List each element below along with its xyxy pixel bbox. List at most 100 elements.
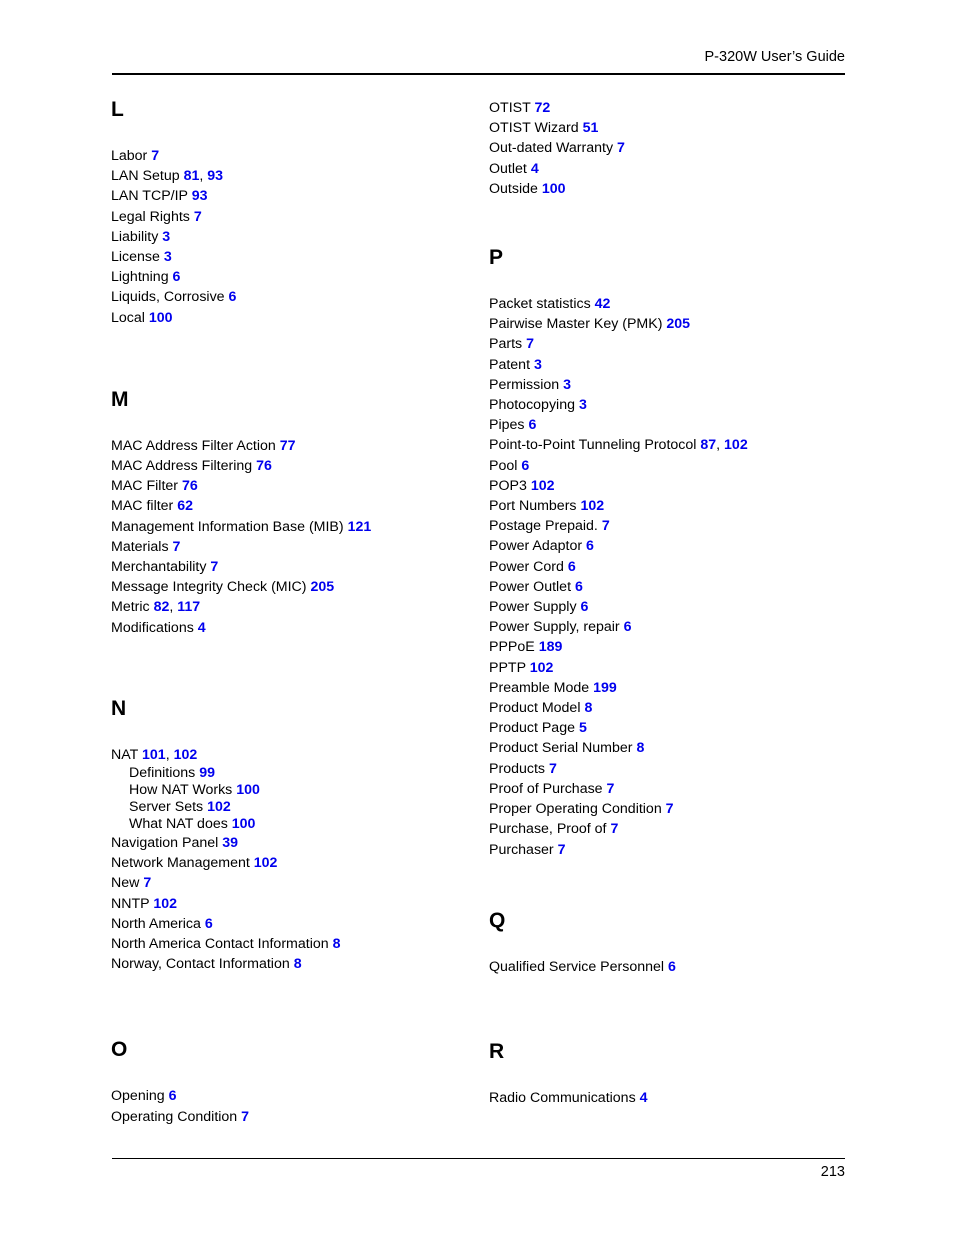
index-entry[interactable]: Modifications 4 [111,618,483,638]
page-reference-link[interactable]: 8 [636,740,644,756]
page-reference-link[interactable]: 7 [617,140,625,156]
page-reference-link[interactable]: 7 [143,875,151,891]
index-entry[interactable]: Product Model 8 [489,698,861,718]
page-reference-link[interactable]: 102 [580,498,604,514]
index-entry[interactable]: MAC filter 62 [111,496,483,516]
index-entry[interactable]: Power Cord 6 [489,557,861,577]
page-reference-link[interactable]: 3 [579,397,587,413]
page-reference-link[interactable]: 102 [207,799,231,815]
index-entry[interactable]: Products 7 [489,759,861,779]
index-entry[interactable]: Point-to-Point Tunneling Protocol 87, 10… [489,435,861,455]
page-reference-link[interactable]: 7 [602,518,610,534]
index-entry[interactable]: Network Management 102 [111,853,483,873]
index-subentry[interactable]: What NAT does 100 [111,816,483,833]
index-entry[interactable]: Navigation Panel 39 [111,833,483,853]
page-reference-link[interactable]: 205 [310,579,334,595]
page-reference-link[interactable]: 4 [198,620,206,636]
page-reference-link[interactable]: 7 [210,559,218,575]
page-reference-link[interactable]: 7 [666,801,674,817]
index-entry[interactable]: Power Supply, repair 6 [489,617,861,637]
page-reference-link[interactable]: 7 [526,336,534,352]
index-entry[interactable]: Liability 3 [111,227,483,247]
page-reference-link[interactable]: 205 [666,316,690,332]
page-reference-link[interactable]: 102 [530,660,554,676]
index-entry[interactable]: OTIST Wizard 51 [489,118,861,138]
page-reference-link[interactable]: 189 [539,639,563,655]
index-entry[interactable]: Power Outlet 6 [489,577,861,597]
index-entry[interactable]: New 7 [111,873,483,893]
index-entry[interactable]: Local 100 [111,308,483,328]
page-reference-link[interactable]: 3 [164,249,172,265]
index-entry[interactable]: Lightning 6 [111,267,483,287]
index-entry[interactable]: MAC Address Filtering 76 [111,456,483,476]
index-entry[interactable]: Purchaser 7 [489,840,861,860]
index-entry[interactable]: OTIST 72 [489,98,861,118]
page-reference-link[interactable]: 100 [542,181,566,197]
index-entry[interactable]: License 3 [111,247,483,267]
page-reference-link[interactable]: 6 [521,458,529,474]
index-entry[interactable]: Out-dated Warranty 7 [489,138,861,158]
page-reference-link[interactable]: 102 [174,747,198,763]
index-entry[interactable]: Legal Rights 7 [111,207,483,227]
page-reference-link[interactable]: 7 [241,1109,249,1125]
index-entry[interactable]: Power Supply 6 [489,597,861,617]
page-reference-link[interactable]: 6 [575,579,583,595]
index-entry[interactable]: Purchase, Proof of 7 [489,819,861,839]
page-reference-link[interactable]: 117 [177,599,200,615]
index-entry[interactable]: MAC Address Filter Action 77 [111,436,483,456]
page-reference-link[interactable]: 7 [151,148,159,164]
page-reference-link[interactable]: 4 [531,161,539,177]
page-reference-link[interactable]: 100 [236,782,260,798]
page-reference-link[interactable]: 6 [205,916,213,932]
page-reference-link[interactable]: 7 [549,761,557,777]
index-entry[interactable]: Power Adaptor 6 [489,536,861,556]
index-entry[interactable]: Message Integrity Check (MIC) 205 [111,577,483,597]
index-entry[interactable]: LAN Setup 81, 93 [111,166,483,186]
page-reference-link[interactable]: 199 [593,680,617,696]
index-entry[interactable]: NAT 101, 102 [111,745,483,765]
page-reference-link[interactable]: 76 [182,478,198,494]
index-entry[interactable]: Pairwise Master Key (PMK) 205 [489,314,861,334]
index-entry[interactable]: PPPoE 189 [489,637,861,657]
index-entry[interactable]: Liquids, Corrosive 6 [111,287,483,307]
page-reference-link[interactable]: 6 [169,1088,177,1104]
index-entry[interactable]: Opening 6 [111,1086,483,1106]
page-reference-link[interactable]: 93 [192,188,208,204]
index-entry[interactable]: Proper Operating Condition 7 [489,799,861,819]
index-entry[interactable]: Operating Condition 7 [111,1107,483,1127]
page-reference-link[interactable]: 3 [563,377,571,393]
index-entry[interactable]: North America 6 [111,914,483,934]
page-reference-link[interactable]: 77 [280,438,296,454]
index-entry[interactable]: Pipes 6 [489,415,861,435]
page-reference-link[interactable]: 6 [173,269,181,285]
page-reference-link[interactable]: 6 [229,289,237,305]
page-reference-link[interactable]: 6 [668,959,676,975]
page-reference-link[interactable]: 6 [581,599,589,615]
index-entry[interactable]: Qualified Service Personnel 6 [489,957,861,977]
page-reference-link[interactable]: 99 [199,765,215,781]
page-reference-link[interactable]: 42 [595,296,611,312]
page-reference-link[interactable]: 102 [254,855,278,871]
index-entry[interactable]: Postage Prepaid. 7 [489,516,861,536]
page-reference-link[interactable]: 87 [700,437,716,453]
page-reference-link[interactable]: 7 [558,842,566,858]
page-reference-link[interactable]: 7 [610,821,618,837]
index-entry[interactable]: Norway, Contact Information 8 [111,954,483,974]
index-subentry[interactable]: How NAT Works 100 [111,782,483,799]
index-entry[interactable]: Proof of Purchase 7 [489,779,861,799]
page-reference-link[interactable]: 76 [256,458,272,474]
page-reference-link[interactable]: 8 [294,956,302,972]
index-entry[interactable]: Preamble Mode 199 [489,678,861,698]
page-reference-link[interactable]: 7 [194,209,202,225]
index-entry[interactable]: Photocopying 3 [489,395,861,415]
page-reference-link[interactable]: 93 [207,168,223,184]
page-reference-link[interactable]: 6 [528,417,536,433]
page-reference-link[interactable]: 102 [531,478,555,494]
index-subentry[interactable]: Server Sets 102 [111,799,483,816]
index-entry[interactable]: Outlet 4 [489,159,861,179]
page-reference-link[interactable]: 100 [149,310,173,326]
index-entry[interactable]: Port Numbers 102 [489,496,861,516]
index-entry[interactable]: Management Information Base (MIB) 121 [111,517,483,537]
page-reference-link[interactable]: 62 [177,498,193,514]
index-entry[interactable]: Materials 7 [111,537,483,557]
